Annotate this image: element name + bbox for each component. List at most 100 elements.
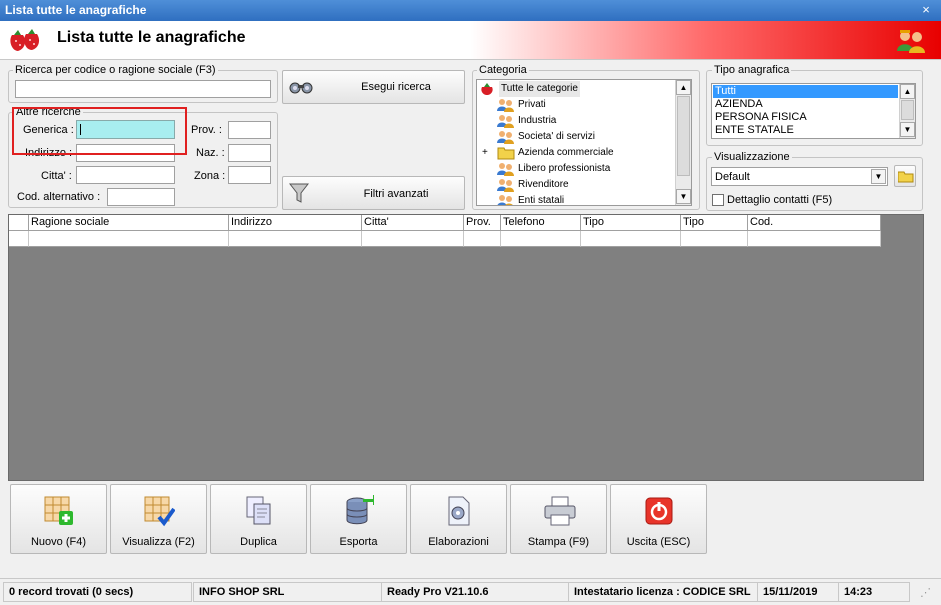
toolbar-button-label: Uscita (ESC) [626,536,691,548]
prov-label: Prov. : [191,124,222,136]
power-icon [643,495,677,527]
scroll-thumb[interactable] [901,100,914,120]
grid-column-header[interactable]: Tipo [681,215,748,231]
grid-cell[interactable] [229,231,362,247]
binoculars-icon [289,82,313,94]
status-time: 14:23 [838,582,910,602]
elaborazioni-button[interactable]: Elaborazioni [410,484,507,554]
prov-input[interactable] [228,121,271,139]
status-bar: 0 record trovati (0 secs) INFO SHOP SRL … [0,578,941,605]
cod-alternativo-input[interactable] [107,188,175,206]
grid-cell[interactable] [362,231,464,247]
details-label: Dettaglio contatti (F5) [727,194,833,206]
tipo-scrollbar[interactable]: ▲ ▼ [899,84,915,138]
grid-column-header[interactable]: Ragione sociale [29,215,229,231]
grid-column-header[interactable]: Indirizzo [229,215,362,231]
tipo-list-item[interactable]: Tutti [713,85,898,98]
window-title: Lista tutte le anagrafiche [5,3,147,17]
zona-label: Zona : [194,170,226,182]
search-group-legend: Ricerca per codice o ragione sociale (F3… [13,64,218,76]
tipo-list-item[interactable]: PERSONA FISICA [713,111,898,124]
grid-cell[interactable] [464,231,501,247]
printer-icon [543,495,577,527]
details-checkbox[interactable] [712,194,724,206]
tipo-legend: Tipo anagrafica [712,64,792,76]
status-version: Ready Pro V21.10.6 [381,582,569,602]
toolbar-button-label: Elaborazioni [428,536,489,548]
window-title-bar: Lista tutte le anagrafiche [0,0,941,21]
naz-input[interactable] [228,144,271,162]
grid-add-icon [43,495,77,527]
strawberry-logo-icon [10,29,40,51]
status-date: 15/11/2019 [757,582,839,602]
status-license: Intestatario licenza : CODICE SRL [568,582,758,602]
category-tree-item-label: Azienda commerciale [518,147,614,158]
category-tree-item-label: Rivenditore [518,179,569,190]
funnel-icon [289,183,309,203]
cod-alternativo-label: Cod. alternativo : [17,191,101,203]
gear-document-icon [443,495,477,527]
category-tree[interactable]: Tutte le categorie Privati Industria Societ… [476,79,692,206]
duplica-button[interactable]: Duplica [210,484,307,554]
toolbar-button-label: Esporta [339,536,378,548]
strawberry-icon [480,82,494,102]
category-tree-item-label: Tutte le categorie [499,81,580,97]
category-tree-item-label: Enti statali [518,195,565,206]
nuovo-f4-button[interactable]: Nuovo (F4) [10,484,107,554]
grid-column-header[interactable]: Cod. [748,215,881,231]
citta-input[interactable] [76,166,175,184]
category-scrollbar[interactable]: ▲ ▼ [675,80,691,205]
toolbar-button-label: Nuovo (F4) [30,536,87,548]
scroll-thumb[interactable] [677,96,690,176]
citta-label: Citta' : [41,170,72,182]
grid-column-header[interactable]: Tipo [581,215,681,231]
visual-select-value: Default [715,171,750,183]
category-tree-item-label: Industria [518,115,557,126]
grid-cell[interactable] [581,231,681,247]
tipo-list-item[interactable]: AZIENDA [713,98,898,111]
grid-cell[interactable] [748,231,881,247]
open-folder-button[interactable] [894,165,916,187]
status-records: 0 record trovati (0 secs) [3,582,192,602]
visualizza-f2-button[interactable]: Visualizza (F2) [110,484,207,554]
grid-column-header[interactable] [9,215,29,231]
duplicate-icon [243,495,277,527]
naz-label: Naz. : [196,147,225,159]
grid-cell[interactable] [9,231,29,247]
execute-search-button[interactable]: Esegui ricerca [282,70,465,104]
scroll-down-icon[interactable]: ▼ [900,122,915,137]
visual-select[interactable]: Default ▼ [711,167,888,186]
grid-column-header[interactable]: Citta' [362,215,464,231]
grid-cell[interactable] [501,231,581,247]
folder-icon [898,171,914,183]
resize-grip-icon[interactable]: ⋰ [920,587,934,601]
advanced-filters-button[interactable]: Filtri avanzati [282,176,465,210]
tipo-listbox[interactable]: Tutti AZIENDA PERSONA FISICA ENTE STATALE ▲… [711,83,916,139]
people-icon [497,194,515,205]
tipo-list-item[interactable]: ENTE STATALE [713,124,898,137]
close-icon[interactable]: × [919,3,933,17]
status-company: INFO SHOP SRL [193,582,382,602]
chevron-down-icon[interactable]: ▼ [871,169,886,184]
scroll-down-icon[interactable]: ▼ [676,189,691,204]
grid-column-header[interactable]: Telefono [501,215,581,231]
stampa-f9-button[interactable]: Stampa (F9) [510,484,607,554]
grid-cell[interactable] [29,231,229,247]
database-export-icon [343,495,377,527]
uscita-esc-button[interactable]: Uscita (ESC) [610,484,707,554]
header-band: Lista tutte le anagrafiche [0,21,941,60]
records-grid[interactable]: Ragione sociale Indirizzo Citta' Prov. Telef… [8,214,924,481]
zona-input[interactable] [228,166,271,184]
page-title: Lista tutte le anagrafiche [57,29,246,46]
toolbar-button-label: Duplica [240,536,277,548]
tree-expander-icon[interactable]: + [482,145,488,161]
scroll-up-icon[interactable]: ▲ [900,84,915,99]
search-input[interactable] [15,80,271,98]
grid-check-icon [143,495,177,527]
users-icon [897,30,925,53]
grid-column-header[interactable]: Prov. [464,215,501,231]
toolbar-button-label: Visualizza (F2) [122,536,195,548]
scroll-up-icon[interactable]: ▲ [676,80,691,95]
grid-cell[interactable] [681,231,748,247]
esporta-button[interactable]: Esporta [310,484,407,554]
